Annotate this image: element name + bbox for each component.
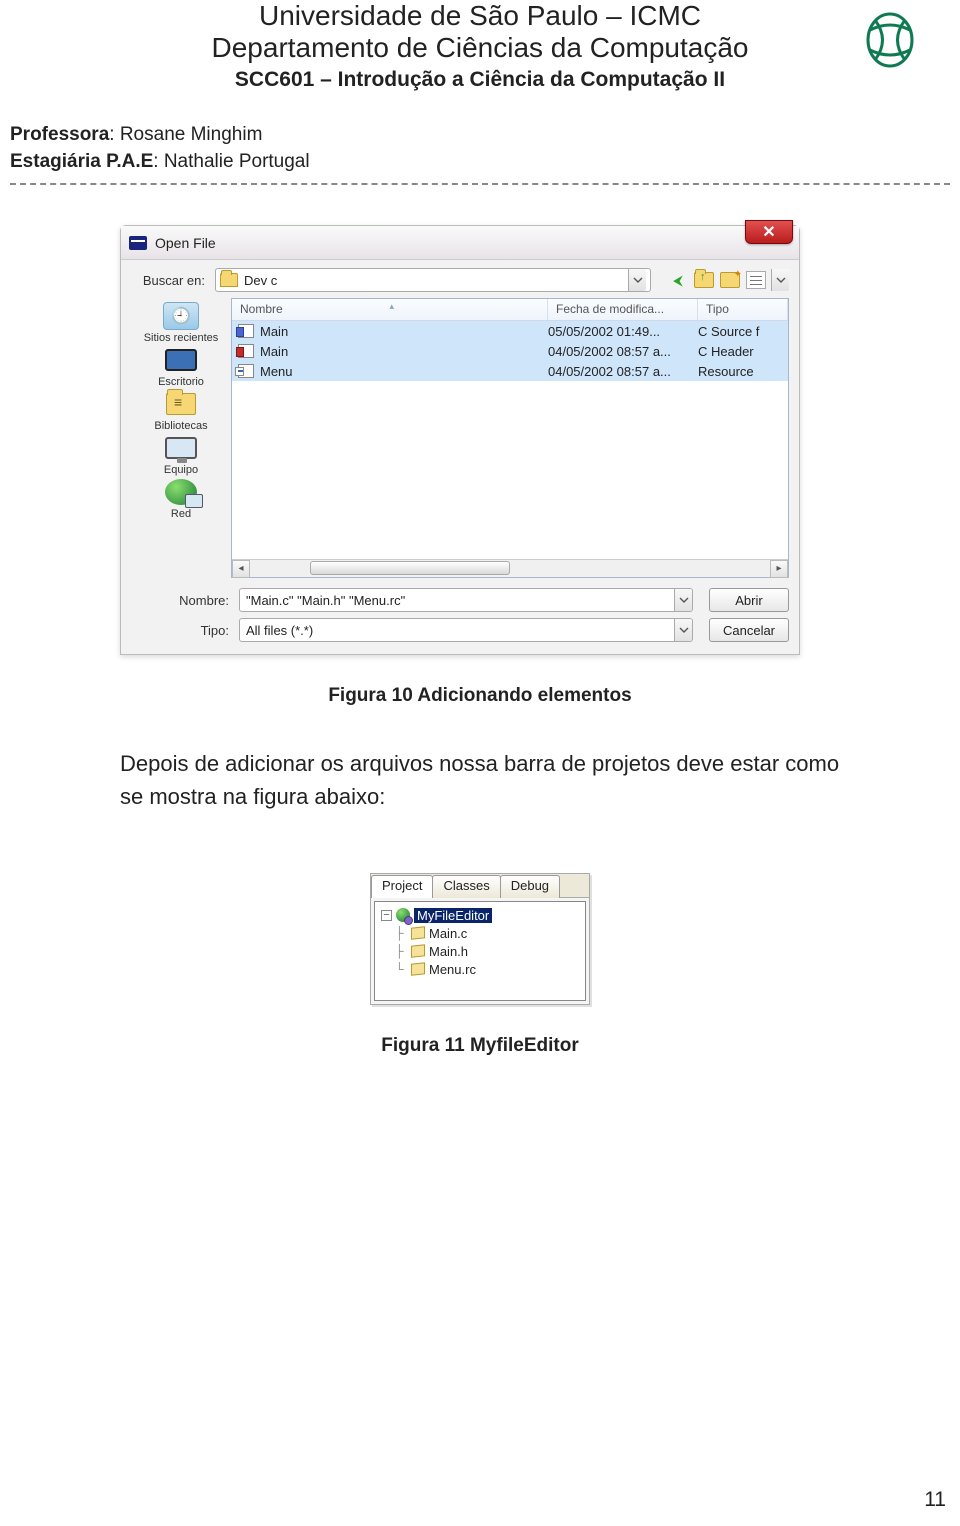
header-institution: Universidade de São Paulo – ICMC <box>10 0 950 32</box>
place-recent[interactable]: Sitios recientes <box>144 302 219 344</box>
file-row[interactable]: Menu 04/05/2002 08:57 a... Resource <box>232 361 788 381</box>
tab-classes[interactable]: Classes <box>432 875 500 898</box>
scroll-thumb[interactable] <box>310 561 510 575</box>
divider <box>10 183 950 185</box>
close-button[interactable]: ✕ <box>745 220 793 244</box>
file-list[interactable]: Nombre Fecha de modifica... Tipo Main 05… <box>231 298 789 578</box>
view-menu-dropdown[interactable] <box>771 269 789 291</box>
cancel-button[interactable]: Cancelar <box>709 618 789 642</box>
file-icon <box>411 962 425 975</box>
view-menu-icon[interactable] <box>745 269 767 291</box>
dialog-toolbar: ⮜ <box>667 269 789 291</box>
file-list-header[interactable]: Nombre Fecha de modifica... Tipo <box>232 299 788 321</box>
tree-item[interactable]: ├Main.h <box>381 942 579 960</box>
filename-input[interactable]: "Main.c" "Main.h" "Menu.rc" <box>239 588 693 612</box>
assistant-label: Estagiária P.A.E <box>10 151 153 172</box>
professor-label: Professora <box>10 124 109 145</box>
figure-caption-11: Figura 11 MyfileEditor <box>10 1035 950 1057</box>
new-folder-icon[interactable] <box>719 269 741 291</box>
h-file-icon <box>238 344 254 358</box>
back-icon[interactable]: ⮜ <box>667 269 689 291</box>
scroll-right-icon[interactable]: ▸ <box>770 560 788 578</box>
header-department: Departamento de Ciências da Computação <box>10 32 950 64</box>
open-file-dialog: Open File ✕ Buscar en: Dev c ⮜ <box>120 225 800 655</box>
body-paragraph: Depois de adicionar os arquivos nossa ba… <box>120 747 850 813</box>
tree-root-label: MyFileEditor <box>414 908 492 923</box>
filetype-label: Tipo: <box>155 623 229 638</box>
document-meta: Professora: Rosane Minghim Estagiária P.… <box>10 122 950 175</box>
figure-caption-10: Figura 10 Adicionando elementos <box>10 685 950 707</box>
scroll-left-icon[interactable]: ◂ <box>232 560 250 578</box>
file-row[interactable]: Main 04/05/2002 08:57 a... C Header <box>232 341 788 361</box>
dialog-app-icon <box>129 236 147 250</box>
place-libraries[interactable]: Bibliotecas <box>154 390 207 432</box>
tree-root[interactable]: − MyFileEditor <box>381 906 579 924</box>
filetype-combo[interactable]: All files (*.*) <box>239 618 693 642</box>
collapse-icon[interactable]: − <box>381 910 392 921</box>
col-name[interactable]: Nombre <box>232 299 548 320</box>
tree-item[interactable]: ├Main.c <box>381 924 579 942</box>
project-panel: Project Classes Debug − MyFileEditor ├Ma… <box>370 873 590 1005</box>
chevron-down-icon[interactable] <box>628 269 646 291</box>
c-file-icon <box>238 324 254 338</box>
col-type[interactable]: Tipo <box>698 299 788 320</box>
place-computer[interactable]: Equipo <box>163 434 199 476</box>
place-network[interactable]: Red <box>163 478 199 520</box>
project-icon <box>396 908 410 922</box>
header-course: SCC601 – Introdução a Ciência da Computa… <box>10 68 950 92</box>
tab-debug[interactable]: Debug <box>500 875 560 898</box>
professor-name: : Rosane Minghim <box>109 124 262 145</box>
dialog-title: Open File <box>155 235 216 251</box>
panel-tabs: Project Classes Debug <box>371 874 589 898</box>
chevron-down-icon[interactable] <box>674 619 692 641</box>
assistant-name: : Nathalie Portugal <box>153 151 309 172</box>
close-icon: ✕ <box>762 222 775 242</box>
chevron-down-icon[interactable] <box>674 589 692 611</box>
file-row[interactable]: Main 05/05/2002 01:49... C Source f <box>232 321 788 341</box>
places-bar: Sitios recientes Escritorio Bibliotecas … <box>131 298 231 578</box>
dialog-titlebar: Open File ✕ <box>121 226 799 260</box>
tab-project[interactable]: Project <box>371 875 433 898</box>
lookin-label: Buscar en: <box>131 273 205 288</box>
open-button[interactable]: Abrir <box>709 588 789 612</box>
lookin-value: Dev c <box>244 273 277 288</box>
lookin-combo[interactable]: Dev c <box>215 268 651 292</box>
up-folder-icon[interactable] <box>693 269 715 291</box>
horizontal-scrollbar[interactable]: ◂ ▸ <box>232 559 788 577</box>
col-date[interactable]: Fecha de modifica... <box>548 299 698 320</box>
filename-label: Nombre: <box>155 593 229 608</box>
rc-file-icon <box>238 364 254 378</box>
page-number: 11 <box>924 1488 946 1512</box>
file-icon <box>411 926 425 939</box>
project-tree[interactable]: − MyFileEditor ├Main.c ├Main.h └Menu.rc <box>374 901 586 1001</box>
scroll-track[interactable] <box>250 560 770 578</box>
folder-icon <box>220 273 238 287</box>
tree-item[interactable]: └Menu.rc <box>381 960 579 978</box>
institution-logo <box>860 10 920 70</box>
file-icon <box>411 944 425 957</box>
place-desktop[interactable]: Escritorio <box>158 346 204 388</box>
